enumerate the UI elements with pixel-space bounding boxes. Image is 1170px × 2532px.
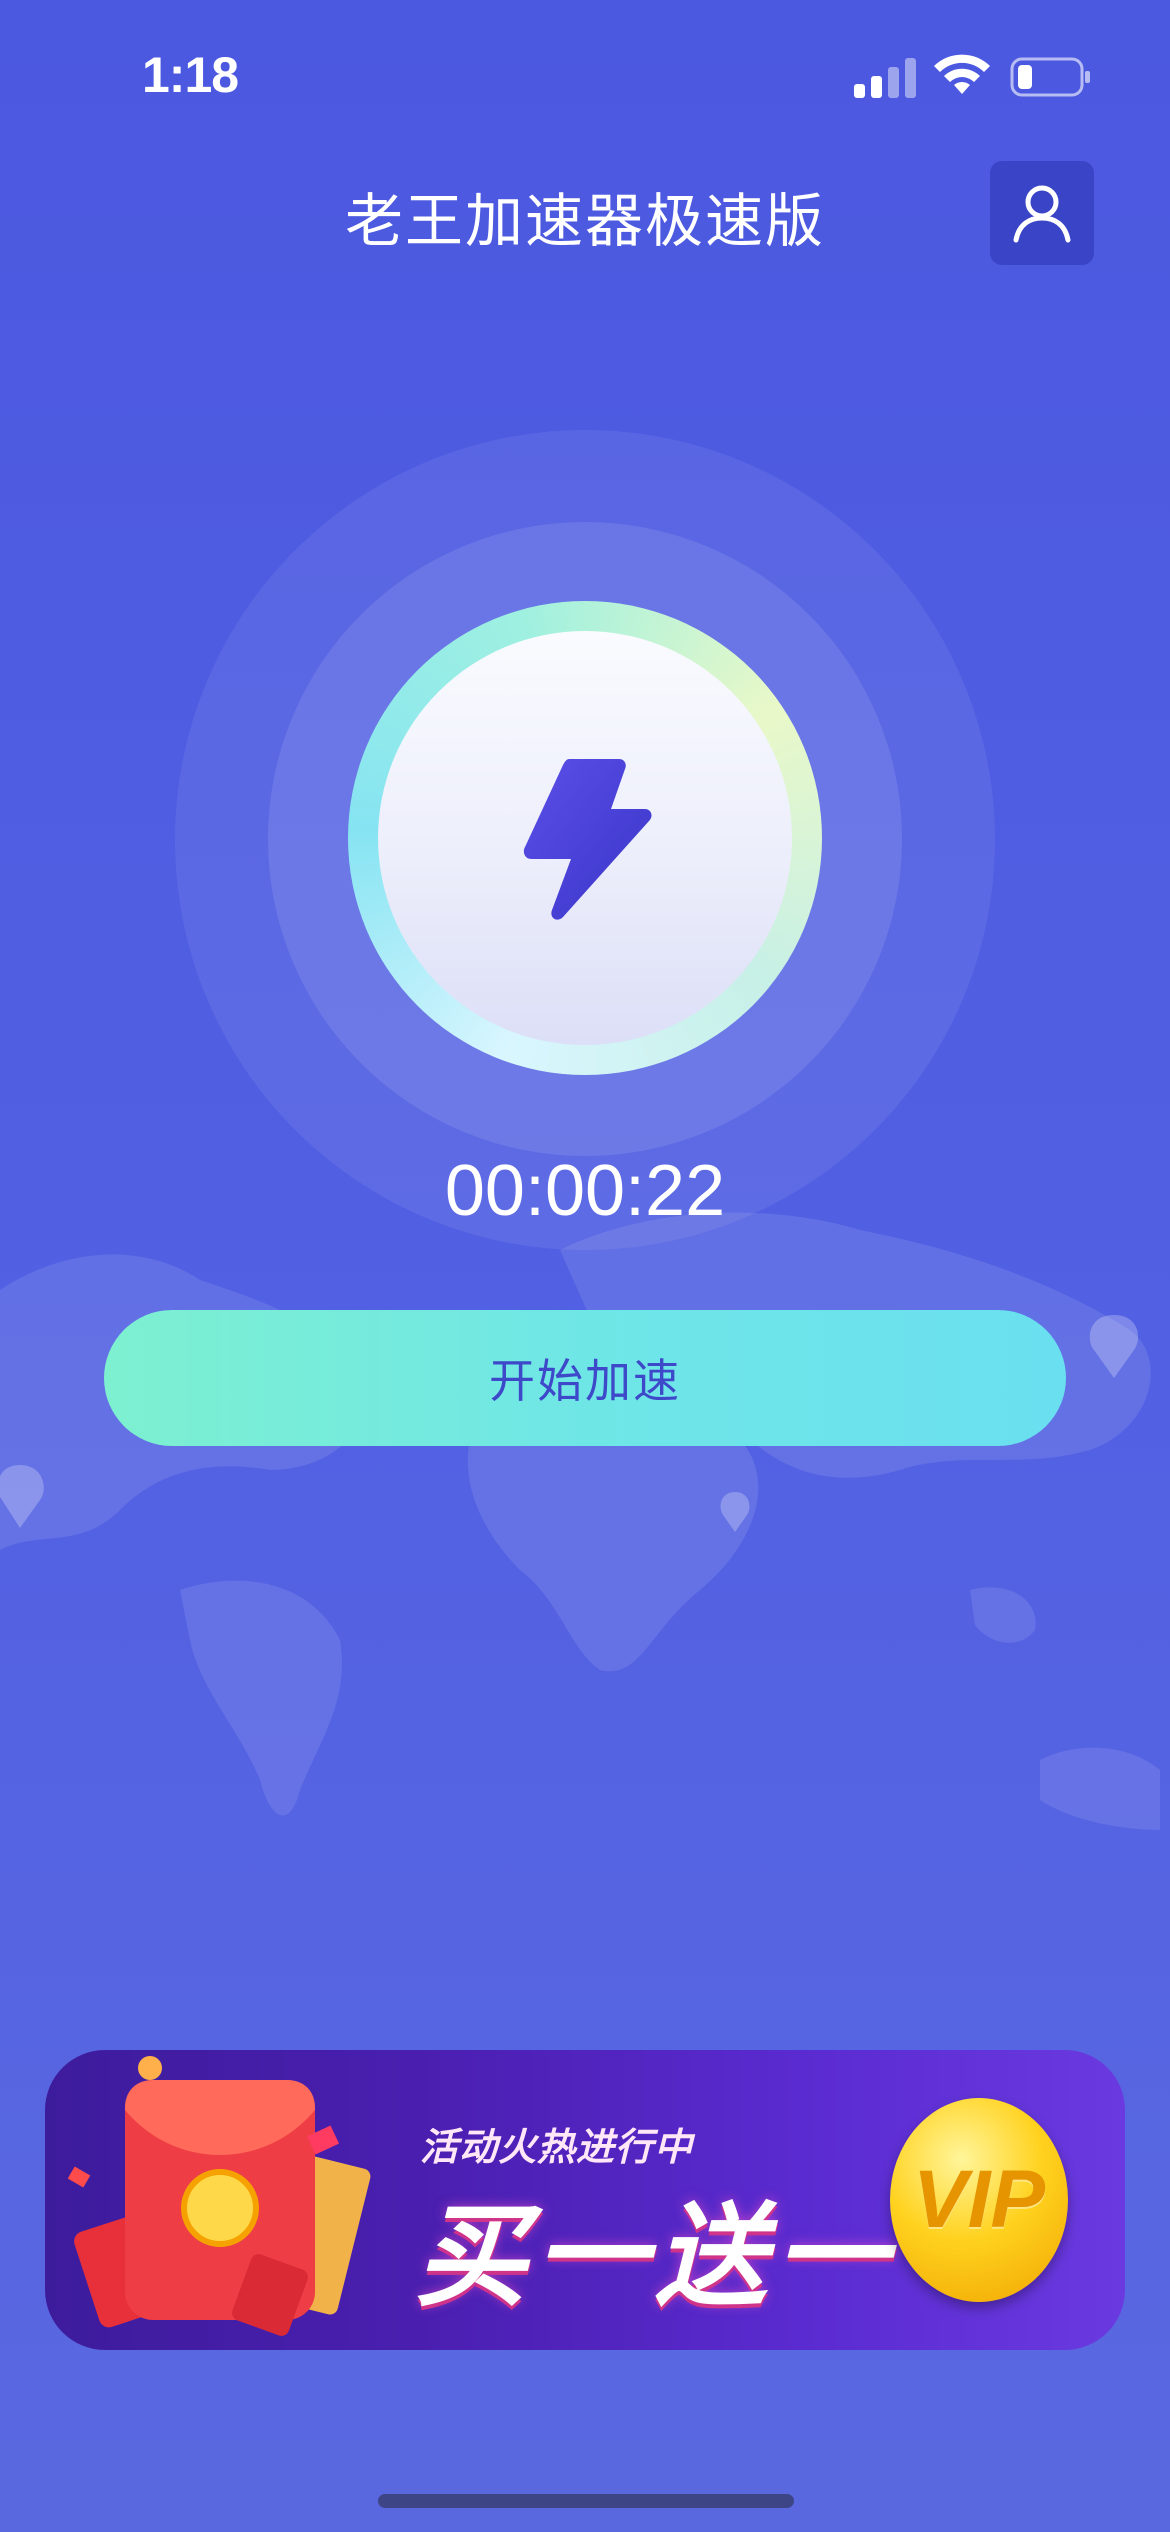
wifi-icon: [934, 54, 990, 94]
promo-title: 买一送一: [415, 2192, 895, 2322]
vip-badge-label: VIP: [912, 2154, 1046, 2245]
accelerate-button[interactable]: [348, 601, 822, 1075]
red-packet-icon: [67, 2056, 371, 2336]
start-acceleration-button[interactable]: 开始加速: [104, 1310, 1066, 1446]
battery-icon: [1010, 57, 1090, 97]
session-timer: 00:00:22: [444, 1151, 726, 1231]
world-map-background: [0, 1212, 1160, 1830]
user-icon: [1013, 185, 1071, 243]
home-indicator[interactable]: [378, 2494, 794, 2508]
vip-coin-icon: VIP: [890, 2098, 1068, 2302]
accelerate-button-face: [378, 631, 792, 1045]
status-time: 1:18: [142, 47, 239, 103]
lightning-bolt-icon: [523, 759, 652, 920]
promo-banner[interactable]: 活动火热进行中 买一送一 VIP: [45, 2050, 1125, 2350]
cellular-signal-icon: [854, 58, 916, 98]
promo-subtitle: 活动火热进行中: [420, 2125, 694, 2169]
status-bar: 1:18: [0, 0, 1170, 150]
profile-button[interactable]: [990, 161, 1094, 265]
